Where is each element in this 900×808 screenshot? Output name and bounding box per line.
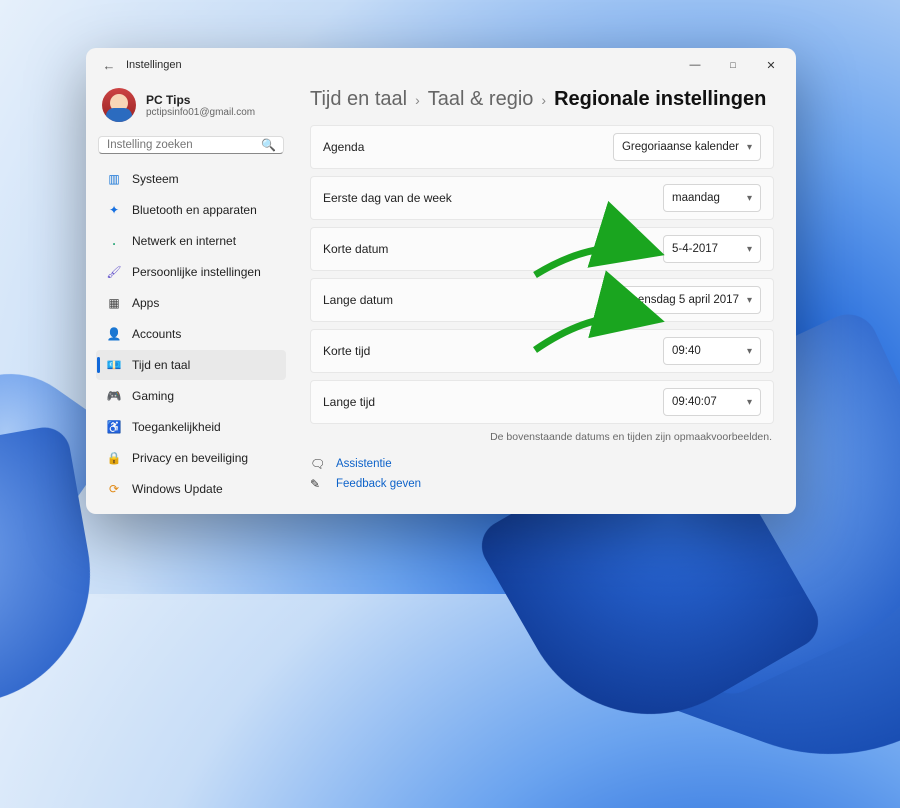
chevron-down-icon: ▾ [747, 295, 752, 306]
titlebar: ← Instellingen — □ ✕ [86, 48, 796, 82]
help-label: Assistentie [336, 458, 392, 470]
sidebar-item-label: Bluetooth en apparaten [132, 203, 257, 217]
brush-icon: 🖌 [106, 265, 122, 279]
wifi-icon: ꓸ [106, 234, 122, 248]
row-label: Lange datum [323, 293, 614, 307]
dropdown-value: 09:40:07 [672, 396, 739, 408]
sidebar-item-label: Netwerk en internet [132, 234, 236, 248]
search-icon: 🔍 [261, 138, 276, 152]
account-name: PC Tips [146, 93, 255, 107]
sidebar-item-label: Persoonlijke instellingen [132, 265, 261, 279]
grid-icon: ▦ [106, 296, 122, 310]
dropdown-short-time[interactable]: 09:40 ▾ [663, 337, 761, 365]
chevron-down-icon: ▾ [747, 193, 752, 204]
sidebar-item-network[interactable]: ꓸ Netwerk en internet [96, 226, 286, 256]
dropdown-agenda[interactable]: Gregoriaanse kalender ▾ [613, 133, 761, 161]
person-icon: 👤 [106, 327, 122, 341]
window-controls: — □ ✕ [676, 51, 790, 79]
sidebar-item-gaming[interactable]: 🎮 Gaming [96, 381, 286, 411]
dropdown-long-time[interactable]: 09:40:07 ▾ [663, 388, 761, 416]
breadcrumb-time-language[interactable]: Tijd en taal [310, 88, 407, 111]
help-assistance[interactable]: 🗨 Assistentie [310, 457, 774, 471]
clock-globe-icon: 💶 [106, 358, 122, 372]
chevron-down-icon: ▾ [747, 346, 752, 357]
sidebar-item-label: Systeem [132, 172, 179, 186]
sidebar-item-personalization[interactable]: 🖌 Persoonlijke instellingen [96, 257, 286, 287]
help-label: Feedback geven [336, 478, 421, 490]
gamepad-icon: 🎮 [106, 389, 122, 403]
back-button[interactable]: ← [98, 58, 120, 73]
sidebar-item-accessibility[interactable]: ♿ Toegankelijkheid [96, 412, 286, 442]
sidebar-item-privacy[interactable]: 🔒 Privacy en beveiliging [96, 443, 286, 473]
nav: ▥ Systeem ✦ Bluetooth en apparaten ꓸ Net… [96, 164, 286, 504]
search-input[interactable] [107, 139, 261, 151]
assist-icon: 🗨 [310, 457, 326, 471]
sidebar-item-label: Privacy en beveiliging [132, 451, 248, 465]
dropdown-value: 09:40 [672, 345, 739, 357]
sidebar-item-windows-update[interactable]: ⟳ Windows Update [96, 474, 286, 504]
sidebar-item-bluetooth[interactable]: ✦ Bluetooth en apparaten [96, 195, 286, 225]
sidebar: PC Tips pctipsinfo01@gmail.com 🔍 ▥ Syste… [86, 82, 296, 514]
dropdown-value: woensdag 5 april 2017 [623, 294, 739, 306]
bluetooth-icon: ✦ [106, 203, 122, 217]
row-label: Korte tijd [323, 344, 663, 358]
sidebar-item-label: Windows Update [132, 482, 223, 496]
maximize-button[interactable]: □ [714, 51, 752, 79]
format-note: De bovenstaande datums en tijden zijn op… [310, 431, 772, 443]
close-button[interactable]: ✕ [752, 51, 790, 79]
account-email: pctipsinfo01@gmail.com [146, 107, 255, 118]
account-block[interactable]: PC Tips pctipsinfo01@gmail.com [96, 82, 286, 134]
chevron-right-icon: › [541, 92, 546, 108]
dropdown-short-date[interactable]: 5-4-2017 ▾ [663, 235, 761, 263]
row-short-date: Korte datum 5-4-2017 ▾ [310, 227, 774, 271]
row-label: Eerste dag van de week [323, 191, 663, 205]
sidebar-item-apps[interactable]: ▦ Apps [96, 288, 286, 318]
sidebar-item-label: Toegankelijkheid [132, 420, 221, 434]
row-label: Agenda [323, 140, 613, 154]
chevron-right-icon: › [415, 92, 420, 108]
row-label: Lange tijd [323, 395, 663, 409]
sidebar-item-system[interactable]: ▥ Systeem [96, 164, 286, 194]
sidebar-item-time-language[interactable]: 💶 Tijd en taal [96, 350, 286, 380]
dropdown-first-day[interactable]: maandag ▾ [663, 184, 761, 212]
sidebar-item-accounts[interactable]: 👤 Accounts [96, 319, 286, 349]
accessibility-icon: ♿ [106, 420, 122, 434]
sidebar-item-label: Accounts [132, 327, 181, 341]
chevron-down-icon: ▾ [747, 397, 752, 408]
update-icon: ⟳ [106, 482, 122, 496]
row-first-day: Eerste dag van de week maandag ▾ [310, 176, 774, 220]
display-icon: ▥ [106, 172, 122, 186]
row-agenda: Agenda Gregoriaanse kalender ▾ [310, 125, 774, 169]
main-content: Tijd en taal › Taal & regio › Regionale … [296, 82, 796, 514]
breadcrumb: Tijd en taal › Taal & regio › Regionale … [310, 82, 774, 125]
row-short-time: Korte tijd 09:40 ▾ [310, 329, 774, 373]
avatar [102, 88, 136, 122]
breadcrumb-current: Regionale instellingen [554, 88, 766, 111]
dropdown-long-date[interactable]: woensdag 5 april 2017 ▾ [614, 286, 761, 314]
search-box[interactable]: 🔍 [98, 136, 284, 154]
row-label: Korte datum [323, 242, 663, 256]
settings-window: ← Instellingen — □ ✕ PC Tips pctipsinfo0… [86, 48, 796, 514]
row-long-time: Lange tijd 09:40:07 ▾ [310, 380, 774, 424]
chevron-down-icon: ▾ [747, 142, 752, 153]
row-long-date: Lange datum woensdag 5 april 2017 ▾ [310, 278, 774, 322]
help-feedback[interactable]: ✎ Feedback geven [310, 477, 774, 491]
chevron-down-icon: ▾ [747, 244, 752, 255]
dropdown-value: Gregoriaanse kalender [622, 141, 739, 153]
dropdown-value: 5-4-2017 [672, 243, 739, 255]
breadcrumb-language-region[interactable]: Taal & regio [428, 88, 534, 111]
shield-icon: 🔒 [106, 451, 122, 465]
sidebar-item-label: Tijd en taal [132, 358, 190, 372]
dropdown-value: maandag [672, 192, 739, 204]
window-title: Instellingen [126, 59, 182, 71]
sidebar-item-label: Gaming [132, 389, 174, 403]
sidebar-item-label: Apps [132, 296, 159, 310]
minimize-button[interactable]: — [676, 51, 714, 79]
feedback-icon: ✎ [310, 477, 326, 491]
